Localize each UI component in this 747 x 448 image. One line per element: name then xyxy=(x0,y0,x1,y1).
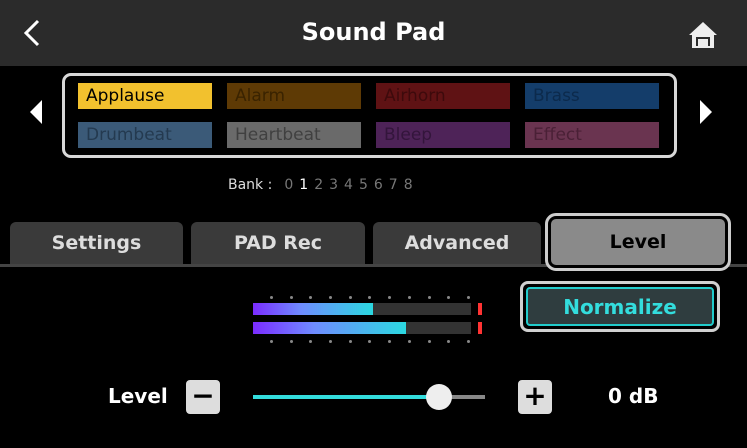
normalize-label: Normalize xyxy=(526,287,714,326)
bank-6[interactable]: 6 xyxy=(374,177,383,193)
level-decrease-button[interactable]: − xyxy=(186,380,220,414)
header: Sound Pad xyxy=(0,0,747,66)
peak-indicator-left xyxy=(478,303,482,315)
pad-airhorn[interactable]: Airhorn xyxy=(376,83,510,109)
bank-label: Bank : xyxy=(228,177,273,193)
prev-bank-arrow-icon[interactable] xyxy=(30,100,42,124)
tab-advanced[interactable]: Advanced xyxy=(373,222,541,264)
level-increase-button[interactable]: + xyxy=(518,380,552,414)
bank-3[interactable]: 3 xyxy=(329,177,338,193)
level-value: 0 dB xyxy=(608,384,659,408)
pad-drumbeat[interactable]: Drumbeat xyxy=(78,122,212,148)
bank-4[interactable]: 4 xyxy=(344,177,353,193)
meter-scale-bottom xyxy=(270,340,470,343)
level-slider-handle[interactable] xyxy=(425,384,452,410)
pad-bleep[interactable]: Bleep xyxy=(376,122,510,148)
level-slider-fill xyxy=(253,395,439,399)
level-label: Level xyxy=(108,384,168,408)
meter-scale-top xyxy=(270,296,470,299)
bank-1[interactable]: 1 xyxy=(299,177,308,193)
level-meter-right xyxy=(253,322,471,334)
bank-8[interactable]: 8 xyxy=(404,177,413,193)
tab-pad-rec[interactable]: PAD Rec xyxy=(191,222,365,264)
bank-0[interactable]: 0 xyxy=(284,177,293,193)
pad-effect[interactable]: Effect xyxy=(525,122,659,148)
pad-heartbeat[interactable]: Heartbeat xyxy=(227,122,361,148)
tab-settings[interactable]: Settings xyxy=(10,222,183,264)
bank-selector: Bank : 012345678 xyxy=(228,177,413,193)
bank-7[interactable]: 7 xyxy=(389,177,398,193)
next-bank-arrow-icon[interactable] xyxy=(700,100,712,124)
page-title: Sound Pad xyxy=(301,18,446,46)
normalize-button[interactable]: Normalize xyxy=(520,281,720,332)
level-meter-left xyxy=(253,303,471,315)
pad-applause[interactable]: Applause xyxy=(78,83,212,109)
peak-indicator-right xyxy=(478,322,482,334)
pad-alarm[interactable]: Alarm xyxy=(227,83,361,109)
pad-brass[interactable]: Brass xyxy=(525,83,659,109)
meter-fill-left xyxy=(253,303,373,315)
bank-2[interactable]: 2 xyxy=(314,177,323,193)
meter-fill-right xyxy=(253,322,406,334)
bank-5[interactable]: 5 xyxy=(359,177,368,193)
home-icon[interactable] xyxy=(688,20,718,50)
tab-level[interactable]: Level xyxy=(545,213,731,271)
